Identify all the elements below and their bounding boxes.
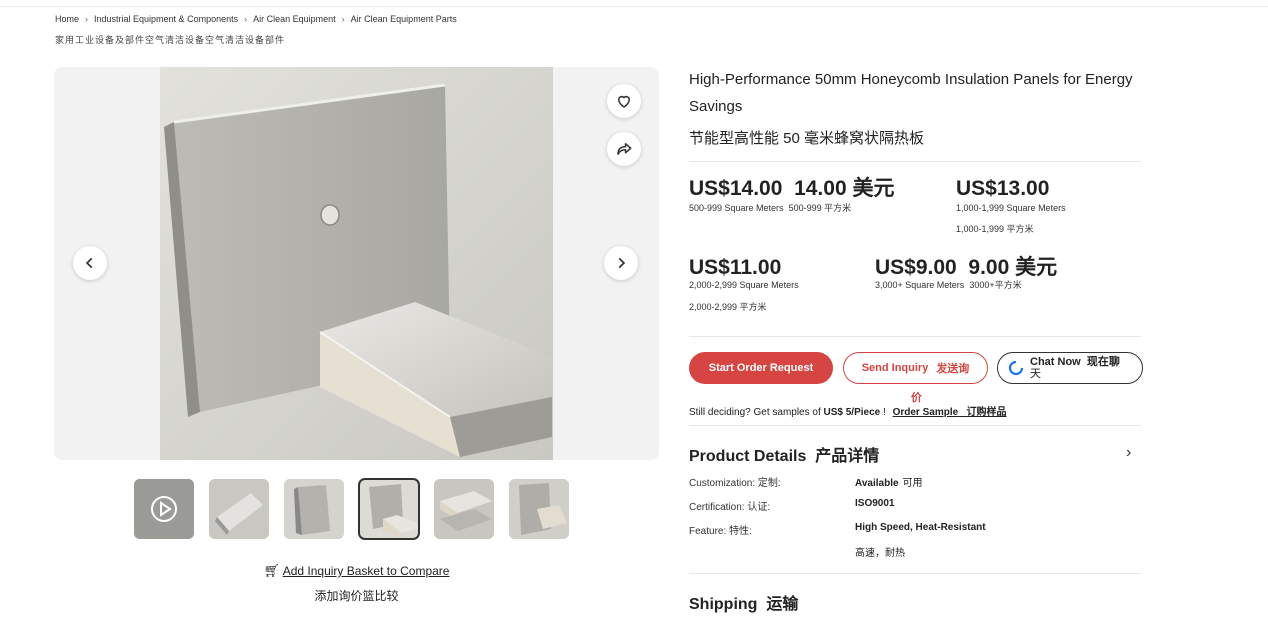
chevron-right-icon[interactable]: ›: [1126, 444, 1131, 462]
chevron-right-icon: ›: [341, 14, 345, 24]
product-details-heading[interactable]: Product Details 产品详情: [689, 442, 879, 466]
top-divider: [0, 0, 1268, 7]
start-order-button[interactable]: Start Order Request: [689, 352, 833, 384]
thumbnail-image[interactable]: [284, 479, 344, 539]
chat-now-button[interactable]: Chat Now 现在聊 天: [997, 352, 1143, 384]
breadcrumb: Home › Industrial Equipment & Components…: [55, 14, 457, 24]
gallery-prev-button[interactable]: [73, 246, 107, 280]
thumbnail-image[interactable]: [509, 479, 569, 539]
detail-key-feature: Feature: 特性:: [689, 526, 752, 537]
detail-value-feature-translation: 高速，耐热: [855, 548, 905, 559]
order-sample-link[interactable]: Order Sample 订购样品: [893, 407, 1007, 418]
divider: [689, 425, 1141, 426]
price-tier-2: US$13.00: [956, 177, 1050, 200]
thumbnail-image[interactable]: [434, 479, 494, 539]
product-gallery: [54, 67, 659, 460]
heart-icon: [617, 95, 631, 108]
favorite-button[interactable]: [607, 84, 641, 118]
price-tier-3: US$11.00: [689, 256, 782, 279]
product-main-image: [160, 67, 553, 460]
product-title: High-Performance 50mm Honeycomb Insulati…: [689, 71, 1133, 115]
breadcrumb-translation: 家用工业设备及部件空气清洁设备空气清洁设备部件: [55, 35, 286, 45]
price-tier-4-range: 3,000+ Square Meters 3000+平方米: [875, 280, 1022, 290]
compare-row: 🛒︎ Add Inquiry Basket to Compare: [0, 563, 713, 579]
price-tier-3-range-cn: 2,000-2,999 平方米: [689, 302, 767, 312]
chevron-right-icon: ›: [244, 14, 248, 24]
divider: [689, 161, 1141, 162]
chat-status-icon: [1008, 360, 1024, 376]
play-icon: [134, 479, 194, 539]
breadcrumb-air-clean-parts[interactable]: Air Clean Equipment Parts: [351, 14, 457, 24]
share-button[interactable]: [607, 132, 641, 166]
send-inquiry-button[interactable]: Send Inquiry 发送询: [843, 352, 988, 384]
detail-value-certification: ISO9001: [855, 498, 895, 509]
divider: [689, 573, 1141, 574]
thumbnail-image[interactable]: [209, 479, 269, 539]
price-tier-3-range: 2,000-2,999 Square Meters: [689, 280, 799, 290]
detail-key-certification: Certification: 认证:: [689, 502, 771, 513]
breadcrumb-industrial[interactable]: Industrial Equipment & Components: [94, 14, 238, 24]
breadcrumb-home[interactable]: Home: [55, 14, 79, 24]
price-tier-2-range: 1,000-1,999 Square Meters: [956, 203, 1066, 213]
gallery-next-button[interactable]: [604, 246, 638, 280]
thumbnail-strip: [134, 478, 569, 540]
compare-translation: 添加询价篮比较: [314, 589, 399, 603]
thumbnail-video[interactable]: [134, 479, 194, 539]
divider: [689, 336, 1141, 337]
share-icon: [617, 143, 632, 155]
breadcrumb-air-clean[interactable]: Air Clean Equipment: [253, 14, 336, 24]
price-tier-2-range-cn: 1,000-1,999 平方米: [956, 224, 1034, 234]
price-tier-1: US$14.00 14.00 美元: [689, 177, 895, 200]
thumbnail-image-selected[interactable]: [358, 478, 420, 540]
price-tier-1-range: 500-999 Square Meters 500-999 平方米: [689, 203, 852, 213]
price-tier-4: US$9.00 9.00 美元: [875, 256, 1058, 279]
chevron-left-icon: [85, 257, 93, 269]
shipping-heading: Shipping 运输: [689, 596, 799, 613]
chevron-right-icon: [618, 257, 626, 269]
chevron-right-icon: ›: [85, 14, 89, 24]
detail-key-customization: Customization: 定制:: [689, 478, 781, 489]
basket-icon: 🛒︎: [263, 563, 281, 578]
detail-value-feature: High Speed, Heat-Resistant: [855, 522, 986, 533]
product-title-translation: 节能型高性能 50 毫米蜂窝状隔热板: [689, 130, 925, 147]
add-to-compare-link[interactable]: Add Inquiry Basket to Compare: [283, 564, 450, 578]
detail-value-customization: Available 可用: [855, 478, 923, 489]
sample-notice: Still deciding? Get samples of US$ 5/Pie…: [689, 407, 1007, 418]
